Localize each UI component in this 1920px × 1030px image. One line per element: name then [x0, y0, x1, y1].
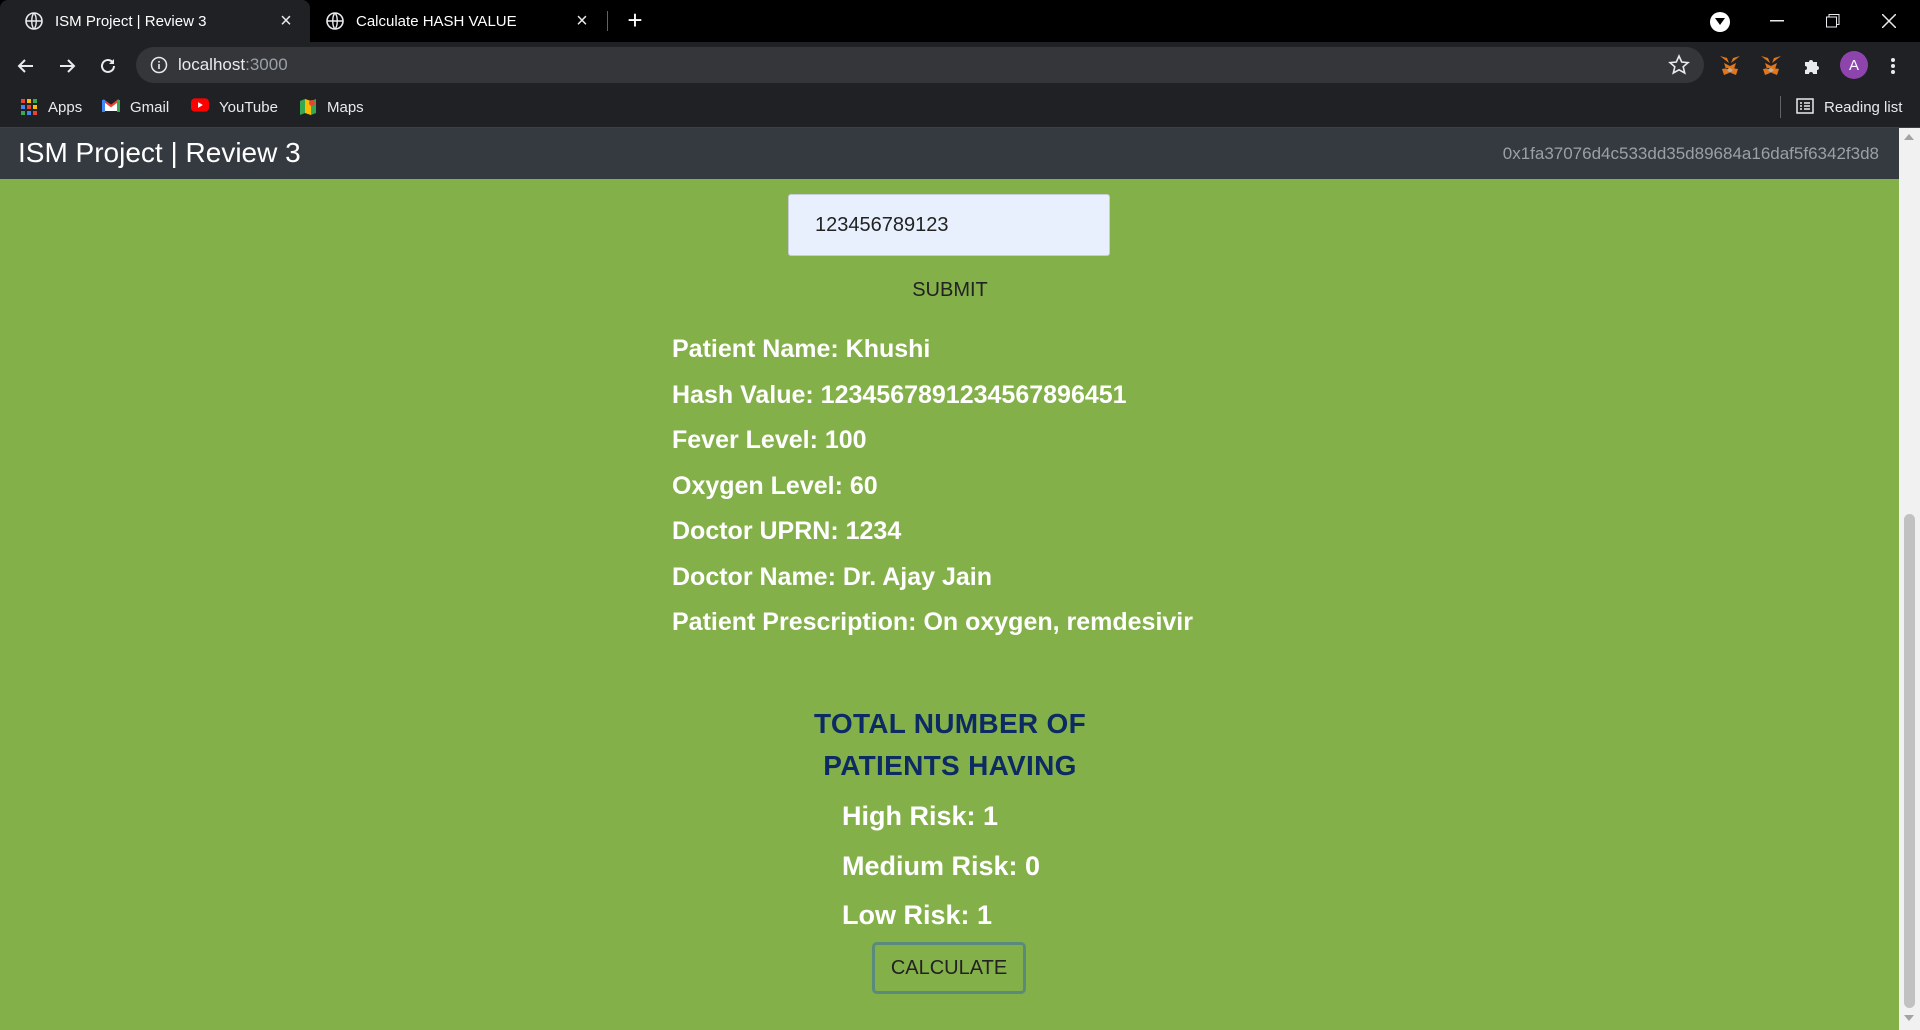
- arrow-left-icon: [17, 59, 33, 73]
- metamask-fox-icon[interactable]: [1758, 53, 1784, 79]
- scroll-down-arrow-icon[interactable]: [1904, 1015, 1914, 1021]
- patient-details: Patient Name: Khushi Hash Value: 1234567…: [672, 327, 1193, 646]
- app-title[interactable]: ISM Project | Review 3: [18, 137, 301, 169]
- heading-line: TOTAL NUMBER OF: [813, 708, 1087, 739]
- arrow-right-icon: [60, 59, 76, 73]
- patient-name: Patient Name: Khushi: [672, 335, 931, 363]
- bookmark-apps[interactable]: Apps: [20, 98, 82, 116]
- site-info-icon[interactable]: [150, 56, 168, 74]
- bookmark-youtube[interactable]: YouTube: [191, 98, 278, 116]
- reload-button[interactable]: [92, 50, 124, 82]
- minimize-button[interactable]: [1749, 0, 1805, 42]
- bookmark-label: Apps: [48, 98, 83, 116]
- tab-title: Calculate HASH VALUE: [356, 12, 517, 30]
- risk-summary-heading: TOTAL NUMBER OF PATIENTS HAVING: [740, 703, 1160, 787]
- bookmarks-bar: Apps Gmail YouTube Maps Reading list: [0, 88, 1920, 128]
- heading-line: PATIENTS HAVING: [823, 750, 1077, 781]
- bookmark-label: YouTube: [219, 98, 278, 116]
- bookmark-label: Maps: [327, 98, 364, 116]
- tab-calculate-hash[interactable]: Calculate HASH VALUE ×: [310, 0, 606, 42]
- tab-divider: [607, 11, 608, 31]
- app-navbar: ISM Project | Review 3 0x1fa37076d4c533d…: [0, 128, 1899, 179]
- address-bar[interactable]: localhost:3000: [136, 47, 1704, 83]
- new-tab-button[interactable]: +: [620, 7, 650, 33]
- restore-button[interactable]: [1805, 0, 1861, 42]
- tab-title: ISM Project | Review 3: [55, 12, 207, 30]
- chevron-down-icon: [1715, 18, 1725, 25]
- browser-toolbar: localhost:3000 A: [0, 42, 1920, 88]
- doctor-uprn: Doctor UPRN: 1234: [672, 517, 902, 545]
- reading-list-button[interactable]: Reading list: [1796, 98, 1902, 116]
- back-button[interactable]: [10, 50, 42, 82]
- high-risk-count: High Risk: 1: [842, 801, 999, 831]
- gmail-icon: [102, 98, 120, 116]
- bookmark-gmail[interactable]: Gmail: [102, 98, 169, 116]
- close-tab-icon[interactable]: ×: [276, 10, 296, 32]
- scroll-up-arrow-icon[interactable]: [1904, 134, 1914, 140]
- bookmark-star-icon[interactable]: [1668, 54, 1690, 76]
- reload-icon: [101, 58, 115, 73]
- bookmark-maps[interactable]: Maps: [299, 98, 364, 116]
- metamask-fox-icon[interactable]: [1717, 53, 1743, 79]
- maps-icon: [299, 98, 317, 116]
- account-address: 0x1fa37076d4c533dd35d89684a16daf5f6342f3…: [1502, 144, 1879, 163]
- bookmarks-divider: [1780, 96, 1781, 118]
- medium-risk-count: Medium Risk: 0: [842, 850, 1041, 881]
- tab-ism-project[interactable]: ISM Project | Review 3 ×: [0, 0, 310, 42]
- extensions-puzzle-icon[interactable]: [1799, 53, 1825, 79]
- tab-search-button[interactable]: [1710, 12, 1730, 32]
- page-scrollbar[interactable]: [1899, 128, 1920, 1030]
- patient-prescription: Patient Prescription: On oxygen, remdesi…: [672, 608, 1193, 636]
- more-menu-icon[interactable]: [1880, 53, 1906, 79]
- oxygen-level: Oxygen Level: 60: [672, 471, 878, 500]
- main-content: SUBMIT Patient Name: Khushi Hash Value: …: [0, 179, 1899, 1030]
- url-text: localhost:3000: [178, 55, 288, 74]
- bookmark-label: Gmail: [130, 98, 170, 116]
- fever-level: Fever Level: 100: [672, 426, 867, 454]
- doctor-name: Doctor Name: Dr. Ajay Jain: [672, 562, 993, 591]
- globe-icon: [25, 12, 43, 30]
- reading-list-label: Reading list: [1824, 98, 1903, 116]
- youtube-icon: [191, 98, 209, 116]
- close-tab-icon[interactable]: ×: [572, 10, 592, 32]
- browser-tabstrip: ISM Project | Review 3 × Calculate HASH …: [0, 0, 1920, 42]
- forward-button[interactable]: [51, 50, 83, 82]
- low-risk-count: Low Risk: 1: [842, 900, 993, 930]
- hash-value: Hash Value: 123456789123456789645​1: [672, 380, 1127, 409]
- apps-grid-icon: [20, 98, 38, 116]
- submit-button[interactable]: SUBMIT: [880, 275, 1020, 305]
- globe-icon: [326, 12, 344, 30]
- calculate-button[interactable]: CALCULATE: [872, 942, 1026, 994]
- hash-value-input[interactable]: [788, 194, 1110, 256]
- reading-list-icon: [1796, 98, 1814, 116]
- close-window-button[interactable]: [1861, 0, 1917, 42]
- scrollbar-thumb[interactable]: [1904, 514, 1915, 1008]
- risk-counts: High Risk: 1 Medium Risk: 0 Low Risk: 1: [842, 792, 1040, 941]
- profile-avatar[interactable]: A: [1840, 51, 1868, 79]
